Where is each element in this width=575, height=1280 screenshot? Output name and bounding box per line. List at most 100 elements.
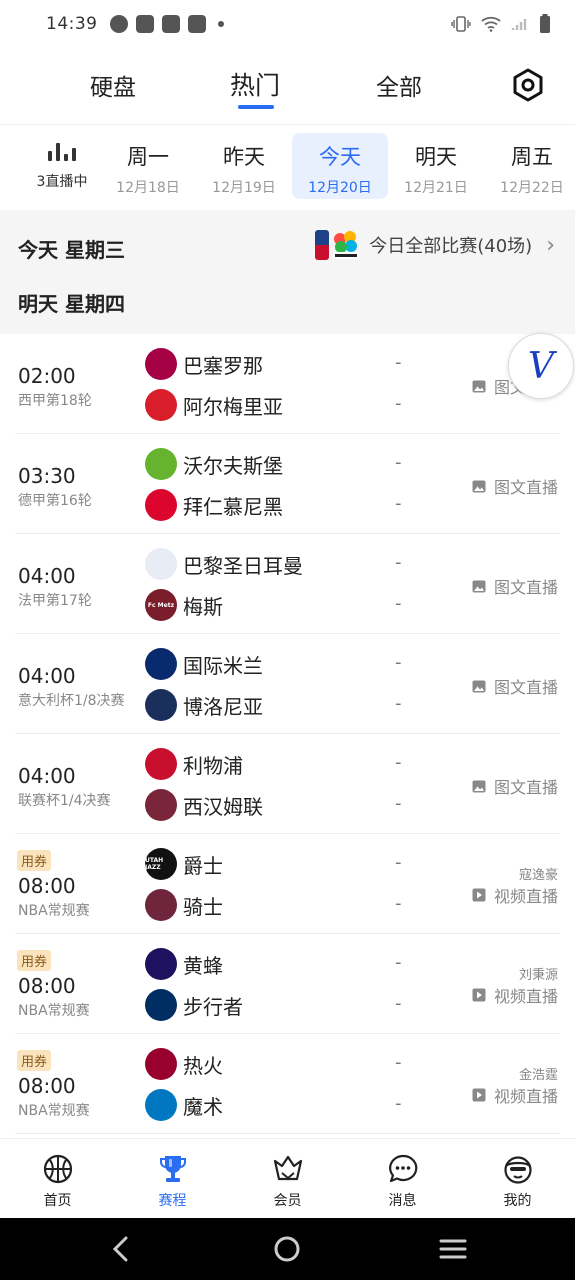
day-item-monday[interactable]: 周一 12月18日 <box>100 133 196 199</box>
nav-home[interactable]: 首页 <box>0 1139 115 1218</box>
home-score: - <box>395 352 402 373</box>
broadcast-label: 图文直播 <box>493 578 558 597</box>
day-item-friday[interactable]: 周五 12月22日 <box>484 133 575 199</box>
day-date: 12月22日 <box>500 180 564 196</box>
match-time: 04:00 <box>18 664 76 688</box>
away-team-name: 步行者 <box>183 994 243 1019</box>
home-team-logo-icon <box>145 448 177 480</box>
broadcast-link[interactable]: 图文直播 <box>472 574 558 598</box>
away-score: - <box>395 793 402 814</box>
match-row[interactable]: 03:30 德甲第16轮 沃尔夫斯堡 拜仁慕尼黑 - - 图文直播 <box>15 434 560 534</box>
broadcast-link[interactable]: 视频直播 <box>472 983 558 1007</box>
match-row[interactable]: 02:00西甲第18轮 巴塞罗那 阿尔梅里亚 --图文直播 <box>15 334 560 434</box>
day-item-yesterday[interactable]: 昨天 12月19日 <box>196 133 292 199</box>
day-item-today[interactable]: 今天 12月20日 <box>292 133 388 199</box>
match-league: NBA常规赛 <box>18 903 90 919</box>
system-status-icons <box>451 14 551 34</box>
day-selector: 3直播中 周一 12月18日 昨天 12月19日 今天 12月20日 明天 12… <box>0 124 575 210</box>
broadcast-link[interactable]: 图文直播 <box>472 674 558 698</box>
home-team: 沃尔夫斯堡 <box>145 448 283 480</box>
chat-bubble-icon <box>388 1154 417 1183</box>
match-league: 联赛杯1/4决赛 <box>18 793 111 809</box>
coupon-badge: 用券 <box>17 950 52 971</box>
broadcast-link[interactable]: 图文直播 <box>472 474 558 498</box>
away-team: 西汉姆联 <box>145 789 263 821</box>
all-matches-link[interactable]: 今日全部比赛(40场) › <box>315 230 555 260</box>
basketball-icon <box>43 1154 72 1184</box>
active-tab-indicator <box>238 105 274 109</box>
match-row[interactable]: 用券 08:00 NBA常规赛 UTAH JAZZ 爵士 骑士 - - 寇逸豪 视频直播 <box>15 834 560 934</box>
broadcast-link[interactable]: 视频直播 <box>472 1083 558 1107</box>
broadcast-label: 图文直播 <box>493 478 558 497</box>
league-logos <box>315 230 361 260</box>
home-circle-icon[interactable] <box>270 1232 304 1266</box>
home-score: - <box>395 1052 402 1073</box>
logo-text: UTAH JAZZ <box>145 857 164 871</box>
bottom-navigation: 首页 赛程 会员 消息 我的 <box>0 1138 575 1218</box>
cellular-signal-icon <box>511 19 527 30</box>
tab-hard-disk[interactable]: 硬盘 <box>90 68 136 102</box>
home-team-logo-icon <box>145 748 177 780</box>
nav-label: 我的 <box>503 1193 532 1209</box>
away-team-name: 骑士 <box>183 894 223 919</box>
system-navigation-bar <box>0 1218 575 1280</box>
match-time: 08:00 <box>18 874 76 898</box>
away-team-logo-icon <box>145 1089 177 1121</box>
away-team: 魔术 <box>145 1089 223 1121</box>
status-time: 14:39 <box>46 14 98 34</box>
shopping-bag-icon <box>161 15 180 33</box>
laliga-logo-icon <box>333 231 360 259</box>
home-team-name: 巴塞罗那 <box>183 353 263 378</box>
trophy-icon <box>159 1156 186 1182</box>
home-team-name: 利物浦 <box>183 753 243 778</box>
away-team: 骑士 <box>145 889 223 921</box>
match-time: 03:30 <box>18 464 76 488</box>
nav-profile[interactable]: 我的 <box>460 1139 575 1218</box>
away-team-logo-icon: Fc Metz <box>145 589 177 621</box>
nav-membership[interactable]: 会员 <box>230 1139 345 1218</box>
match-league: 法甲第17轮 <box>18 593 92 609</box>
speedometer-icon <box>109 15 128 33</box>
back-icon[interactable] <box>104 1232 138 1266</box>
broadcast-link[interactable]: 图文直播 <box>472 774 558 798</box>
match-time: 08:00 <box>18 974 76 998</box>
home-score: - <box>395 852 402 873</box>
recent-apps-icon[interactable] <box>436 1232 470 1266</box>
match-row[interactable]: 用券 08:00 NBA常规赛 黄蜂 步行者 - - 刘秉源 视频直播 <box>15 934 560 1034</box>
away-score: - <box>395 493 402 514</box>
match-row[interactable]: 04:00 意大利杯1/8决赛 国际米兰 博洛尼亚 - - 图文直播 <box>15 634 560 734</box>
battery-icon <box>540 14 550 33</box>
match-row[interactable]: 04:00 联赛杯1/4决赛 利物浦 西汉姆联 - - 图文直播 <box>15 734 560 834</box>
home-team-logo-icon <box>145 1048 177 1080</box>
home-team-logo-icon <box>145 948 177 980</box>
home-team-logo-icon <box>145 548 177 580</box>
profile-face-icon <box>503 1156 532 1184</box>
day-item-tomorrow[interactable]: 明天 12月21日 <box>388 133 484 199</box>
settings-hexagon-icon[interactable] <box>511 68 545 102</box>
day-date: 12月19日 <box>212 180 276 196</box>
broadcast-link[interactable]: 视频直播 <box>472 883 558 907</box>
floating-assistant-avatar[interactable]: V <box>508 333 574 399</box>
image-text-icon <box>472 780 486 792</box>
tab-all[interactable]: 全部 <box>376 68 422 102</box>
diamond-crown-icon <box>273 1155 302 1181</box>
live-now-button[interactable]: 3直播中 <box>30 143 94 191</box>
away-team-name: 西汉姆联 <box>183 794 263 819</box>
home-team: 国际米兰 <box>145 648 263 680</box>
nav-schedule[interactable]: 赛程 <box>115 1139 230 1218</box>
nav-messages[interactable]: 消息 <box>345 1139 460 1218</box>
match-time: 04:00 <box>18 764 76 788</box>
shopping-bag-icon <box>187 15 206 33</box>
away-team-logo-icon <box>145 889 177 921</box>
nba-logo-icon <box>315 230 330 260</box>
away-team-name: 拜仁慕尼黑 <box>183 494 283 519</box>
match-league: NBA常规赛 <box>18 1003 90 1019</box>
tab-hot[interactable]: 热门 <box>230 66 280 102</box>
home-team-name: 爵士 <box>183 853 223 878</box>
match-row[interactable]: 用券 08:00 NBA常规赛 热火 魔术 - - 金浩霆 视频直播 <box>15 1034 560 1134</box>
commentator-name: 寇逸豪 <box>518 868 558 883</box>
home-team-logo-icon <box>145 348 177 380</box>
tomorrow-heading: 明天 星期四 <box>18 292 125 316</box>
commentator-name: 金浩霆 <box>518 1068 558 1083</box>
match-row[interactable]: 04:00 法甲第17轮 巴黎圣日耳曼 Fc Metz 梅斯 - - 图文直播 <box>15 534 560 634</box>
